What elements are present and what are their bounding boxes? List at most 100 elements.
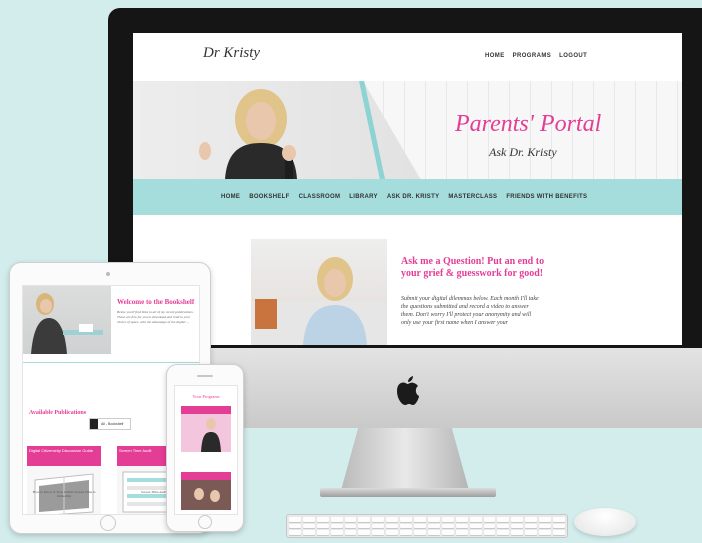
keyboard-key — [414, 517, 426, 522]
keyboard-key — [358, 517, 371, 522]
keyboard-key — [483, 530, 496, 535]
hero-subtitle: Ask Dr. Kristy — [489, 145, 557, 159]
keyboard-key — [344, 523, 357, 529]
tablet-filter-label: All - Bookshelf — [101, 422, 124, 426]
keyboard-key — [316, 517, 329, 522]
publication-card[interactable]: Digital Citizenship Discussion Guide — [27, 446, 101, 514]
keyboard — [286, 514, 568, 538]
hero-photo — [199, 89, 297, 179]
keyboard-key — [386, 530, 399, 535]
keyboard-key — [427, 523, 440, 529]
phone-screen: Your Programs — [174, 385, 238, 515]
keyboard-key — [330, 530, 343, 535]
phone-home-button — [198, 515, 212, 529]
tablet-welcome-title: Welcome to the Bookshelf — [117, 298, 195, 306]
tablet-camera — [106, 272, 110, 276]
top-nav-logout[interactable]: LOGOUT — [559, 53, 587, 59]
keyboard-key — [344, 530, 357, 535]
keyboard-key — [511, 523, 524, 529]
keyboard-key — [553, 517, 565, 522]
keyboard-key — [525, 530, 538, 535]
keyboard-key — [414, 523, 426, 529]
keyboard-key — [441, 523, 454, 529]
main-nav-ask-dr-kristy[interactable]: ASK DR. KRISTY — [387, 194, 440, 200]
keyboard-key — [302, 530, 315, 535]
keyboard-key — [539, 523, 552, 529]
keyboard-key — [441, 517, 454, 522]
keyboard-key — [344, 517, 357, 522]
main-nav-masterclass[interactable]: MASTERCLASS — [448, 194, 497, 200]
publication-label: Digital Citizenship Discussion Guide — [27, 446, 101, 466]
imac-foot — [320, 488, 496, 497]
program-card-photo — [181, 472, 231, 510]
tablet-photo-graphic — [31, 293, 103, 354]
tablet-home-button — [100, 515, 116, 531]
main-nav-friends-with-benefits[interactable]: FRIENDS WITH BENEFITS — [506, 194, 587, 200]
keyboard-key — [539, 517, 552, 522]
keyboard-key — [497, 523, 510, 529]
keyboard-key — [386, 517, 399, 522]
keyboard-key — [330, 517, 343, 522]
tablet-available-heading: Available Publications — [29, 410, 87, 416]
filter-icon — [90, 419, 98, 429]
top-nav: HOME PROGRAMS LOGOUT — [485, 53, 587, 59]
keyboard-key — [483, 523, 496, 529]
phone-speaker — [197, 375, 213, 377]
phone-device: Your Programs — [166, 364, 244, 532]
main-nav-items: HOME BOOKSHELF CLASSROOM LIBRARY ASK DR.… — [221, 194, 587, 200]
keyboard-key — [427, 517, 440, 522]
main-nav-classroom[interactable]: CLASSROOM — [299, 194, 341, 200]
publication-caption[interactable]: How to Know if Your Child's Screen Time … — [27, 490, 101, 498]
keyboard-key — [358, 523, 371, 529]
keyboard-key — [511, 530, 524, 535]
top-nav-home[interactable]: HOME — [485, 53, 505, 59]
tablet-hero-photo — [23, 286, 111, 354]
main-nav-home[interactable]: HOME — [221, 194, 240, 200]
main-nav-bookshelf[interactable]: BOOKSHELF — [249, 194, 289, 200]
keyboard-key — [469, 530, 482, 535]
keyboard-key — [316, 523, 329, 529]
phone-title: Your Programs — [192, 394, 220, 399]
keyboard-key — [427, 530, 440, 535]
tablet-welcome-text: Below you'll find links to all of my rec… — [117, 310, 194, 324]
keyboard-key — [525, 517, 538, 522]
tablet-filter-badge[interactable]: All - Bookshelf — [89, 418, 131, 430]
site-logo[interactable]: Dr Kristy — [203, 45, 260, 62]
phone-program-card[interactable] — [181, 472, 231, 510]
keyboard-key — [400, 517, 413, 522]
main-nav-library[interactable]: LIBRARY — [349, 194, 378, 200]
top-nav-programs[interactable]: PROGRAMS — [513, 53, 552, 59]
keyboard-key — [553, 523, 565, 529]
keyboard-key — [455, 530, 468, 535]
keyboard-key — [289, 530, 301, 535]
keyboard-key — [441, 530, 454, 535]
keyboard-key — [386, 523, 399, 529]
question-body: Submit your digital dilemmas below. Each… — [401, 296, 539, 326]
keyboard-key — [455, 523, 468, 529]
video-photo — [251, 257, 387, 345]
main-nav: HOME BOOKSHELF CLASSROOM LIBRARY ASK DR.… — [133, 179, 682, 215]
apple-logo-icon — [397, 376, 419, 405]
keyboard-key — [455, 517, 468, 522]
keyboard-key — [469, 517, 482, 522]
video-thumbnail[interactable] — [251, 239, 387, 345]
keyboard-key — [372, 517, 385, 522]
phone-program-card[interactable] — [181, 406, 231, 452]
keyboard-key — [372, 530, 385, 535]
keyboard-key — [289, 517, 301, 522]
desktop-screen: Dr Kristy HOME PROGRAMS LOGOUT Parents' … — [133, 33, 682, 345]
keyboard-key — [400, 530, 413, 535]
tablet-divider — [23, 362, 199, 363]
keyboard-key — [358, 530, 371, 535]
keyboard-key — [539, 530, 552, 535]
keyboard-key — [497, 530, 510, 535]
keyboard-key — [511, 517, 524, 522]
keyboard-key — [372, 523, 385, 529]
keyboard-key — [289, 523, 301, 529]
keyboard-key — [469, 523, 482, 529]
keyboard-key — [400, 523, 413, 529]
keyboard-key — [302, 523, 315, 529]
hero-title: Parents' Portal — [455, 111, 602, 137]
keyboard-key — [414, 530, 426, 535]
imac-stand — [340, 428, 470, 494]
